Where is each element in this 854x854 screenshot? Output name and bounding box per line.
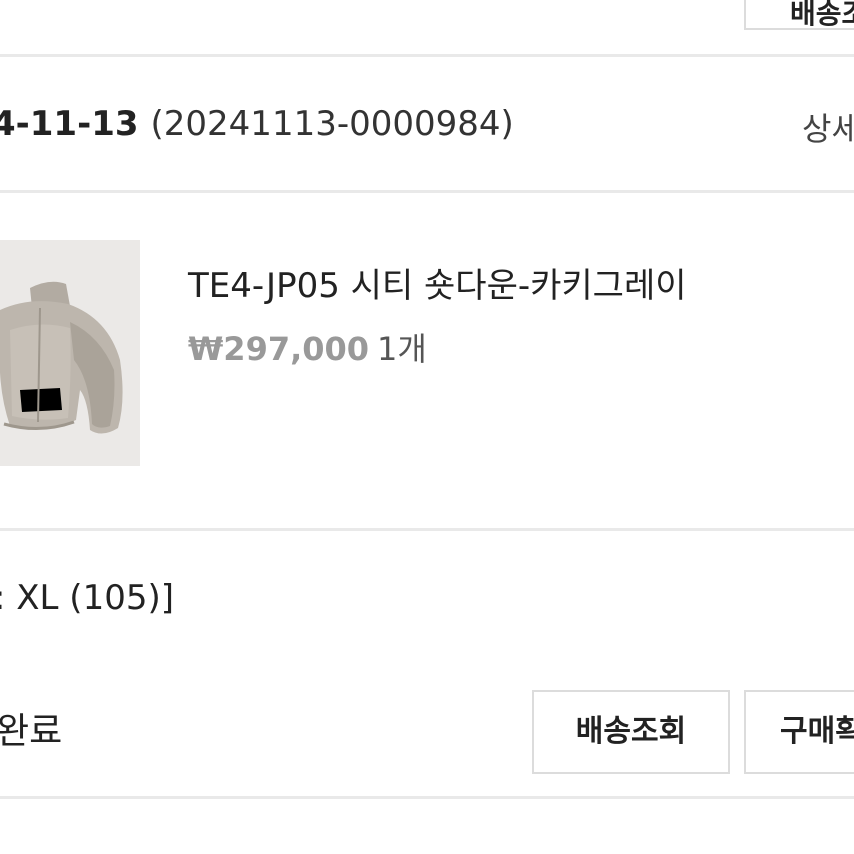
- order-status: 완료: [0, 711, 63, 752]
- product-quantity: 1개: [377, 330, 427, 368]
- divider: [0, 796, 854, 799]
- order-detail-page: 배송조 4-11-13 (20241113-0000984) 상세 TE4-JP0…: [0, 0, 854, 854]
- order-detail-link[interactable]: 상세: [802, 104, 854, 150]
- product-price: ₩297,000: [188, 330, 370, 368]
- top-action-button-label: 배송조: [790, 0, 854, 30]
- order-header: 4-11-13 (20241113-0000984): [0, 104, 514, 144]
- top-action-button[interactable]: 배송조: [744, 0, 854, 30]
- order-number: (20241113-0000984): [150, 104, 514, 144]
- product-price-line: ₩297,000 1개: [188, 324, 427, 370]
- divider: [0, 54, 854, 57]
- jacket-image-icon: [0, 240, 140, 466]
- divider: [0, 190, 854, 193]
- product-name[interactable]: TE4-JP05 시티 숏다운-카키그레이: [188, 258, 687, 307]
- order-date: 4-11-13: [0, 104, 139, 144]
- divider: [0, 528, 854, 531]
- product-image[interactable]: [0, 240, 140, 466]
- confirm-purchase-label: 구매확: [780, 714, 854, 749]
- track-delivery-button[interactable]: 배송조회: [532, 690, 730, 774]
- product-option: : XL (105)]: [0, 578, 174, 618]
- track-delivery-label: 배송조회: [575, 714, 687, 749]
- confirm-purchase-button[interactable]: 구매확: [744, 690, 854, 774]
